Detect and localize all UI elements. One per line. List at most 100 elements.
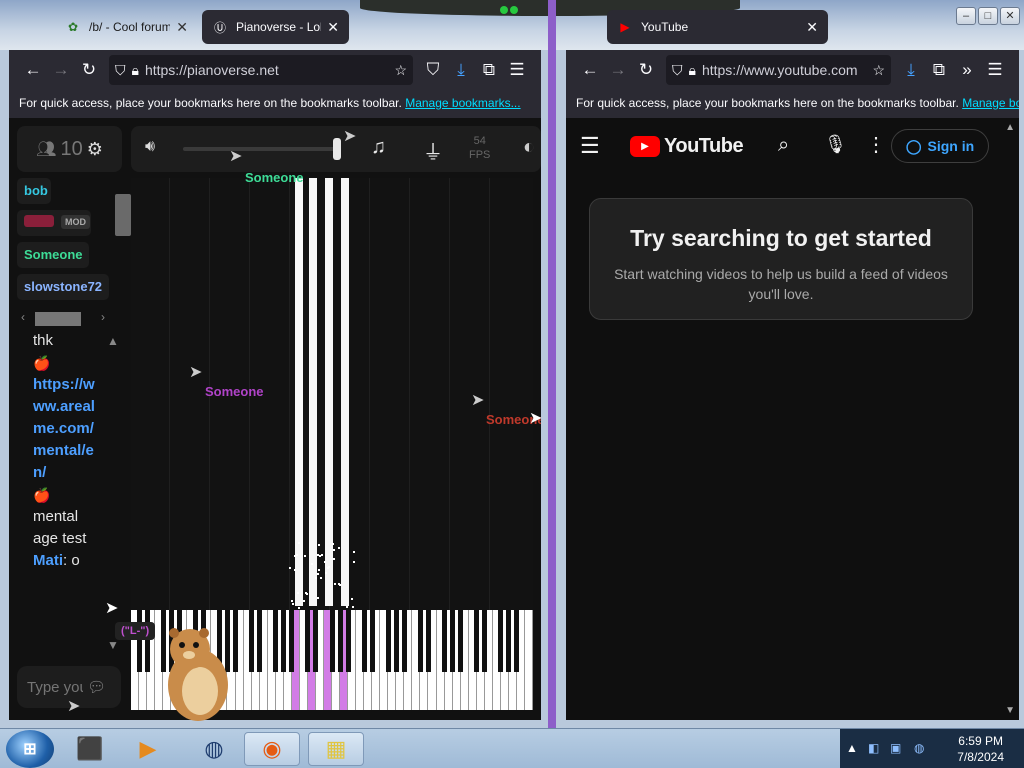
back-icon[interactable]: ← (576, 60, 604, 80)
manage-bookmarks-link[interactable]: Manage bookmarks... (405, 96, 520, 110)
piano-black-key[interactable] (417, 610, 423, 672)
piano-black-key[interactable] (329, 610, 335, 672)
youtube-logo[interactable]: ▶ YouTube (630, 135, 744, 158)
taskbar-app-sticky-notes[interactable]: ▦ (308, 732, 364, 766)
overflow-chevron-icon[interactable]: » (953, 60, 981, 80)
close-tab-icon[interactable]: ✕ (176, 19, 188, 36)
tray-display-icon[interactable]: ▣ (890, 741, 901, 755)
user-item[interactable]: MOD (17, 210, 91, 236)
piano-black-key[interactable] (136, 610, 142, 672)
scroll-down-icon[interactable]: ▼ (1005, 705, 1015, 716)
close-tab-icon[interactable]: ✕ (327, 19, 339, 36)
volume-slider[interactable] (183, 147, 337, 151)
back-icon[interactable]: ← (19, 60, 47, 80)
bookmark-star-icon[interactable]: ☆ (872, 62, 885, 79)
url-bar[interactable]: ⛉ 🔒︎ https://www.youtube.com ☆ (666, 55, 891, 85)
tab-cool-forum[interactable]: ✿ /b/ - Cool forum ✕ (55, 10, 198, 44)
piano-black-key[interactable] (442, 610, 448, 672)
search-icon[interactable]: ⌕ (778, 134, 789, 157)
piano-black-key[interactable] (369, 610, 375, 672)
tray-expand-icon[interactable]: ▲ (846, 741, 858, 755)
minimize-button[interactable]: – (956, 7, 976, 25)
hamburger-menu-icon[interactable]: ☰ (580, 133, 620, 159)
shield-icon[interactable]: ⛉ (115, 62, 126, 79)
piano-black-key[interactable] (345, 610, 351, 672)
chat-scroll-up-icon[interactable]: ▲ (107, 334, 119, 348)
piano-black-key[interactable] (474, 610, 480, 672)
menu-icon[interactable]: ☰ (981, 60, 1009, 80)
piano-black-key[interactable] (273, 610, 279, 672)
piano-black-key[interactable] (249, 610, 255, 672)
userlist-scrollbar[interactable] (115, 194, 131, 236)
volume-icon[interactable]: 🔊︎ (145, 138, 155, 156)
horizontal-scrollbar[interactable]: ‹ › (19, 310, 119, 326)
bookmark-star-icon[interactable]: ☆ (394, 62, 407, 79)
chat-input[interactable] (27, 678, 83, 696)
piano-white-key[interactable] (524, 610, 533, 710)
manage-bookmarks-link[interactable]: Manage bookmarks... (962, 96, 1019, 110)
more-options-icon[interactable]: ⋮ (866, 132, 886, 157)
start-button[interactable]: ⊞ (6, 730, 54, 768)
piano-black-key[interactable] (401, 610, 407, 672)
scroll-right-icon[interactable]: › (101, 310, 105, 324)
piano-black-key[interactable] (144, 610, 150, 672)
reload-icon[interactable]: ↻ (632, 60, 660, 80)
tray-volume-icon[interactable]: ◍ (914, 741, 924, 755)
downloads-icon[interactable]: ⤓ (897, 60, 925, 80)
music-note-icon[interactable]: ♫ (371, 136, 386, 159)
volume-slider-handle[interactable] (333, 138, 341, 160)
forward-icon[interactable]: → (47, 60, 75, 80)
sign-in-button[interactable]: ◯ Sign in (891, 129, 989, 163)
piano-black-key[interactable] (506, 610, 512, 672)
tab-youtube[interactable]: ▶ YouTube ✕ (607, 10, 828, 44)
scroll-thumb[interactable] (35, 312, 81, 326)
chat-link[interactable]: https://www.arealme.com/mental/en/ (33, 374, 95, 484)
piano-black-key[interactable] (514, 610, 520, 672)
piano-black-key[interactable] (281, 610, 287, 672)
toolbar-extra-icon[interactable]: ◐ (523, 136, 535, 159)
piano-black-key[interactable] (458, 610, 464, 672)
taskbar-app-firefox[interactable]: ◉ (244, 732, 300, 766)
downloads-icon[interactable]: ⤓ (447, 60, 475, 80)
taskbar-app-globe[interactable]: ◍ (186, 732, 242, 766)
url-bar[interactable]: ⛉ 🔒︎ https://pianoverse.net ☆ (109, 55, 413, 85)
scroll-left-icon[interactable]: ‹ (21, 310, 25, 324)
close-tab-icon[interactable]: ✕ (806, 19, 818, 36)
piano-black-key[interactable] (337, 610, 343, 672)
piano-black-key[interactable] (289, 610, 295, 672)
user-item[interactable]: Someone (17, 242, 89, 268)
chat-scroll-down-icon[interactable]: ▼ (107, 638, 119, 652)
scroll-up-icon[interactable]: ▲ (1005, 122, 1015, 133)
piano-black-key[interactable] (393, 610, 399, 672)
clock[interactable]: 6:59 PM 7/8/2024 (957, 733, 1004, 765)
piano-black-key[interactable] (385, 610, 391, 672)
piano-black-key[interactable] (450, 610, 456, 672)
piano-black-key[interactable] (425, 610, 431, 672)
piano-black-key[interactable] (482, 610, 488, 672)
user-item[interactable]: slowstone72 (17, 274, 109, 300)
piano-black-key[interactable] (305, 610, 311, 672)
tray-network-icon[interactable]: ◧ (868, 741, 879, 755)
chat-bubble-icon[interactable]: 💬︎ (87, 678, 106, 696)
menu-icon[interactable]: ☰ (503, 60, 531, 80)
taskbar-app-terminal[interactable]: ⬛ (62, 732, 118, 766)
hamster-image (168, 628, 228, 721)
forward-icon[interactable]: → (604, 60, 632, 80)
maximize-button[interactable]: □ (978, 7, 998, 25)
settings-gear-icon[interactable]: ⚙ (87, 139, 103, 160)
piano-black-key[interactable] (361, 610, 367, 672)
taskbar-app-media-player[interactable]: ▶ (120, 732, 176, 766)
shield-icon[interactable]: ⛉ (672, 62, 683, 79)
extensions-icon[interactable]: ⧉ (475, 60, 503, 80)
piano-black-key[interactable] (257, 610, 263, 672)
user-item[interactable]: bob (17, 178, 51, 204)
plug-icon[interactable]: ⏚ (423, 136, 443, 165)
pocket-icon[interactable]: ⛉ (419, 60, 447, 80)
tab-pianoverse[interactable]: Ⓤ Pianoverse - Lobby ✕ (202, 10, 349, 44)
microphone-icon[interactable]: 🎙︎ (824, 134, 847, 155)
reload-icon[interactable]: ↻ (75, 60, 103, 80)
extensions-icon[interactable]: ⧉ (925, 60, 953, 80)
piano-black-key[interactable] (498, 610, 504, 672)
close-window-button[interactable]: ✕ (1000, 7, 1020, 25)
piano-black-key[interactable] (313, 610, 319, 672)
